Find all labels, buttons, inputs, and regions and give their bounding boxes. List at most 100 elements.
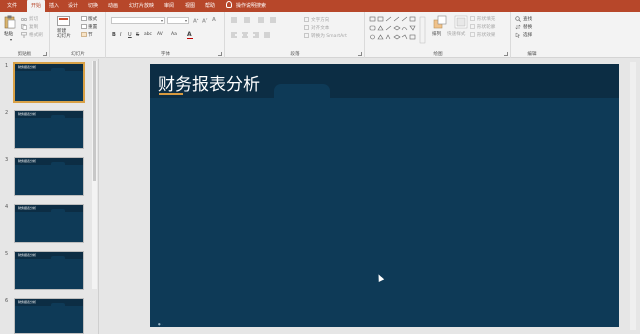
font-launcher-icon[interactable] — [218, 52, 222, 56]
group-label-drawing: 绘图 — [433, 52, 443, 57]
font-size-combo[interactable]: ▾ — [167, 17, 189, 24]
group-clipboard: 粘贴 ▾ 剪切 复制 格式刷 剪贴板 — [0, 12, 50, 58]
copy-button[interactable]: 复制 — [29, 24, 38, 30]
paragraph-launcher-icon[interactable] — [358, 52, 362, 56]
text-shadow-button[interactable]: abc — [144, 32, 152, 37]
tab-home[interactable]: 开始 — [27, 0, 45, 12]
find-icon — [515, 16, 521, 22]
format-painter-button[interactable]: 格式刷 — [29, 32, 43, 38]
align-text-icon — [304, 25, 309, 30]
clipboard-launcher-icon[interactable] — [43, 52, 47, 56]
slide-thumbnail-4[interactable]: 财务报表分析 — [14, 204, 84, 243]
group-slides: 新建 幻灯片 版式 重置 节 幻灯片 — [51, 12, 106, 58]
thumbnail-number: 6 — [5, 298, 9, 304]
change-case-button[interactable]: Aa — [171, 32, 177, 37]
tab-help[interactable]: 帮助 — [202, 0, 218, 12]
slide-thumbnail-6[interactable]: 财务报表分析 — [14, 298, 84, 334]
shrink-font-icon[interactable]: A▾ — [202, 17, 207, 25]
slide-thumbnail-2[interactable]: 财务报表分析 — [14, 110, 84, 149]
font-color-bar — [187, 38, 193, 39]
group-editing: 查找 替换 选择 编辑 — [512, 12, 552, 58]
quick-styles-button[interactable]: 快速样式 — [447, 31, 465, 37]
shape-outline-button[interactable]: 形状轮廓 — [477, 24, 495, 30]
thumbnail-title: 财务报表分析 — [18, 253, 37, 257]
slide-title[interactable]: 财务报表分析 — [158, 70, 260, 95]
section-button[interactable]: 节 — [88, 32, 93, 38]
font-color-icon[interactable]: A — [187, 31, 192, 38]
current-slide[interactable]: 财务报表分析 ● · — [150, 64, 619, 327]
shapes-gallery-icon[interactable] — [369, 16, 427, 46]
tell-me-search[interactable]: 操作说明搜索 — [226, 0, 266, 12]
bold-button[interactable]: B — [112, 32, 116, 38]
tab-transitions[interactable]: 切换 — [85, 0, 101, 12]
tab-view[interactable]: 视图 — [182, 0, 198, 12]
scrollbar-thumb[interactable] — [93, 61, 96, 181]
thumbnail-scrollbar[interactable] — [92, 61, 97, 289]
thumbnail-number: 2 — [5, 110, 9, 116]
select-button[interactable]: 选择 — [523, 32, 532, 38]
reset-button[interactable]: 重置 — [88, 24, 97, 30]
tab-review[interactable]: 审阅 — [161, 0, 177, 12]
slide-header-tab-shape[interactable] — [274, 84, 330, 104]
group-label-editing: 编辑 — [527, 52, 537, 57]
paste-dropdown-icon[interactable]: ▾ — [10, 37, 12, 42]
layout-button[interactable]: 版式 — [88, 16, 97, 22]
clear-format-icon[interactable]: A — [212, 17, 216, 23]
paragraph-icons[interactable] — [230, 17, 290, 41]
text-direction-icon — [304, 17, 309, 22]
tab-insert[interactable]: 插入 — [46, 0, 62, 12]
thumbnail-tab — [51, 209, 65, 215]
group-paragraph: 文字方向 对齐文本 转换为 SmartArt 段落 — [226, 12, 365, 58]
group-label-font: 字体 — [160, 52, 171, 57]
replace-button[interactable]: 替换 — [523, 24, 532, 30]
slide-thumbnail-3[interactable]: 财务报表分析 — [14, 157, 84, 196]
new-slide-button[interactable]: 新建 幻灯片 — [57, 29, 79, 39]
thumbnail-title: 财务报表分析 — [18, 300, 37, 304]
strikethrough-button[interactable]: S — [136, 32, 139, 38]
thumbnail-title: 财务报表分析 — [18, 65, 37, 69]
title-underline — [159, 93, 183, 95]
new-slide-icon[interactable] — [57, 15, 71, 27]
convert-smartart-button[interactable]: 转换为 SmartArt — [311, 33, 347, 39]
align-text-button[interactable]: 对齐文本 — [311, 25, 329, 31]
tell-me-label: 操作说明搜索 — [236, 3, 267, 9]
find-button[interactable]: 查找 — [523, 16, 532, 22]
drawing-launcher-icon[interactable] — [504, 52, 508, 56]
reset-icon — [81, 24, 87, 29]
thumbnail-tab — [51, 68, 65, 74]
section-icon — [81, 32, 87, 37]
arrange-icon[interactable] — [433, 15, 447, 29]
canvas-scrollbar[interactable] — [630, 62, 636, 330]
replace-icon — [515, 24, 521, 30]
font-name-combo[interactable]: ▾ — [111, 17, 165, 24]
tab-design[interactable]: 设计 — [65, 0, 81, 12]
thumbnail-number: 1 — [5, 63, 9, 69]
group-label-paragraph: 段落 — [290, 52, 300, 57]
chevron-down-icon: ▾ — [184, 18, 187, 23]
shape-fill-button[interactable]: 形状填充 — [477, 16, 495, 22]
ribbon: 粘贴 ▾ 剪切 复制 格式刷 剪贴板 新建 幻灯片 版式 重置 节 幻灯片 ▾ … — [0, 12, 640, 58]
cut-button[interactable]: 剪切 — [29, 16, 38, 22]
ribbon-tab-bar: 文件 开始 插入 设计 切换 动画 幻灯片放映 审阅 视图 帮助 操作说明搜索 — [0, 0, 640, 12]
group-font: ▾ ▾ A▴ A▾ A B I U S abc AV Aa A 字体 — [107, 12, 225, 58]
thumbnail-title: 财务报表分析 — [18, 206, 37, 210]
character-spacing-button[interactable]: AV — [157, 32, 163, 37]
thumbnail-tab — [51, 256, 65, 262]
group-label-slides: 幻灯片 — [71, 52, 85, 57]
shape-effects-button[interactable]: 形状效果 — [477, 32, 495, 38]
lightbulb-icon — [226, 1, 232, 8]
text-direction-button[interactable]: 文字方向 — [311, 17, 329, 23]
arrange-button[interactable]: 排列 — [432, 31, 441, 37]
tab-file[interactable]: 文件 — [3, 0, 21, 12]
underline-button[interactable]: U — [128, 32, 132, 38]
quick-styles-icon[interactable] — [454, 15, 468, 29]
italic-button[interactable]: I — [120, 32, 121, 38]
slide-thumbnail-5[interactable]: 财务报表分析 — [14, 251, 84, 290]
tab-slideshow[interactable]: 幻灯片放映 — [125, 0, 158, 12]
thumbnail-title: 财务报表分析 — [18, 112, 37, 116]
tab-animations[interactable]: 动画 — [104, 0, 122, 12]
slide-thumbnail-1[interactable]: 财务报表分析 — [13, 62, 85, 103]
grow-font-icon[interactable]: A▴ — [193, 17, 198, 25]
thumbnail-number: 4 — [5, 204, 9, 210]
paste-icon[interactable] — [4, 15, 16, 29]
